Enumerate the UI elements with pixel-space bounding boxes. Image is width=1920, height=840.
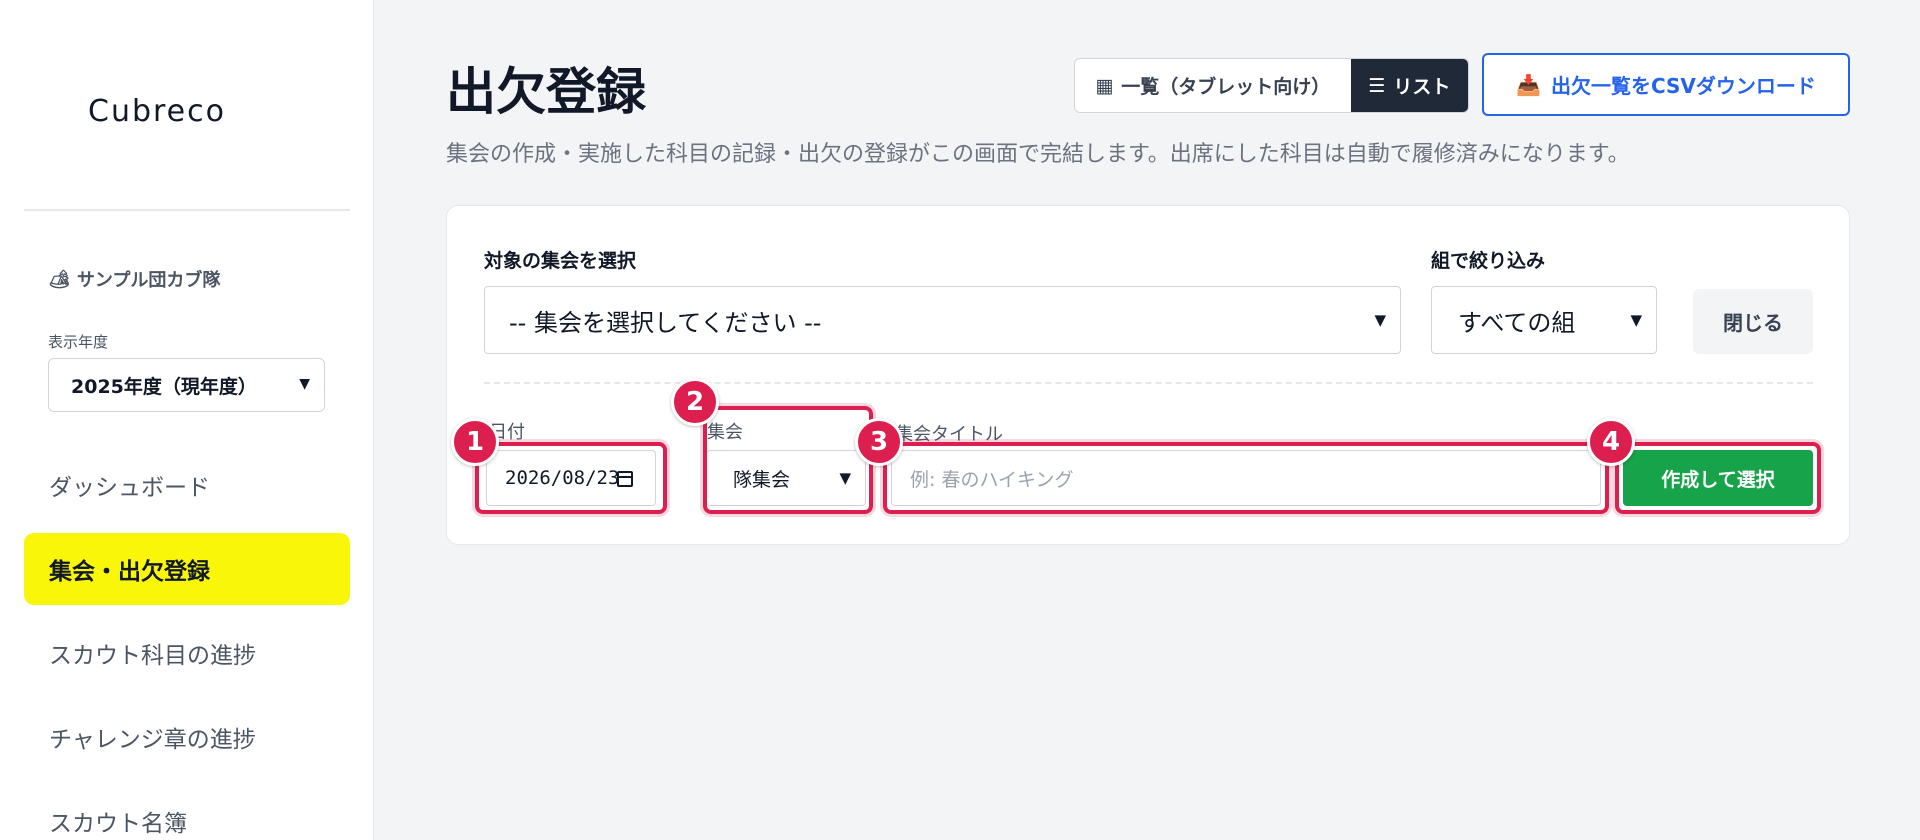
sidebar-item-meeting-attendance[interactable]: 集会・出欠登録 [24,533,350,605]
page-description: 集会の作成・実施した科目の記録・出欠の登録がこの画面で完結します。出席にした科目… [446,142,1630,167]
sidebar: Cubreco 🏕 サンプル団カブ隊 表示年度 2025年度（現年度） ▼ ダッ… [0,0,374,840]
annotation-badge-2: 2 [671,378,719,426]
sidebar-item-challenge-progress[interactable]: チャレンジ章の進捗 [24,701,350,773]
sidebar-item-label: スカウト名簿 [49,811,187,837]
chevron-down-icon: ▼ [1374,311,1386,329]
meeting-select[interactable]: -- 集会を選択してください -- ▼ [484,286,1401,354]
csv-download-label: 出欠一覧をCSVダウンロード [1550,74,1816,98]
view-toggle: ▦ 一覧（タブレット向け） ☰ リスト [1074,58,1469,113]
troop-name: 🏕 サンプル団カブ隊 [48,266,220,292]
sidebar-divider [24,209,350,211]
app-logo[interactable]: Cubreco [88,94,226,129]
sidebar-item-label: スカウト科目の進捗 [49,643,256,669]
group-filter-value: すべての組 [1458,308,1576,337]
meeting-card: 対象の集会を選択 -- 集会を選択してください -- ▼ 組で絞り込み すべての… [446,205,1850,545]
year-select[interactable]: 2025年度（現年度） ▼ [48,358,325,412]
csv-download-button[interactable]: 📥 出欠一覧をCSVダウンロード [1482,53,1850,116]
sidebar-item-label: 集会・出欠登録 [49,559,210,585]
chevron-down-icon: ▼ [1630,311,1642,329]
meeting-select-value: -- 集会を選択してください -- [509,308,822,337]
year-select-value: 2025年度（現年度） [71,375,257,398]
view-list-label: リスト [1393,76,1451,98]
highlight-box-title [883,442,1609,514]
sidebar-item-label: ダッシュボード [49,475,210,501]
sidebar-item-label: チャレンジ章の進捗 [49,727,256,753]
view-grid-label: 一覧（タブレット向け） [1121,76,1331,98]
highlight-box-create [1615,442,1821,514]
chevron-down-icon: ▼ [299,376,310,392]
group-filter-label: 組で絞り込み [1431,250,1546,272]
grid-icon: ▦ [1095,74,1114,97]
annotation-badge-3: 3 [855,418,903,466]
sidebar-item-dashboard[interactable]: ダッシュボード [24,449,350,521]
list-icon: ☰ [1368,74,1386,97]
close-button[interactable]: 閉じる [1693,289,1813,354]
page-title: 出欠登録 [446,63,646,121]
sidebar-item-scout-roster[interactable]: スカウト名簿 [24,785,350,840]
troop-name-label: サンプル団カブ隊 [76,270,221,291]
year-label: 表示年度 [48,333,109,351]
camp-icon: 🏕 [48,268,71,290]
meeting-select-label: 対象の集会を選択 [484,250,637,272]
highlight-box-date [475,442,667,514]
view-list-button[interactable]: ☰ リスト [1350,59,1468,112]
highlight-box-meeting-type [703,406,873,514]
download-icon: 📥 [1516,72,1541,97]
view-grid-button[interactable]: ▦ 一覧（タブレット向け） [1075,59,1351,112]
group-filter-select[interactable]: すべての組 ▼ [1431,286,1657,354]
annotation-badge-4: 4 [1587,418,1635,466]
sidebar-item-scout-progress[interactable]: スカウト科目の進捗 [24,617,350,689]
annotation-badge-1: 1 [451,418,499,466]
